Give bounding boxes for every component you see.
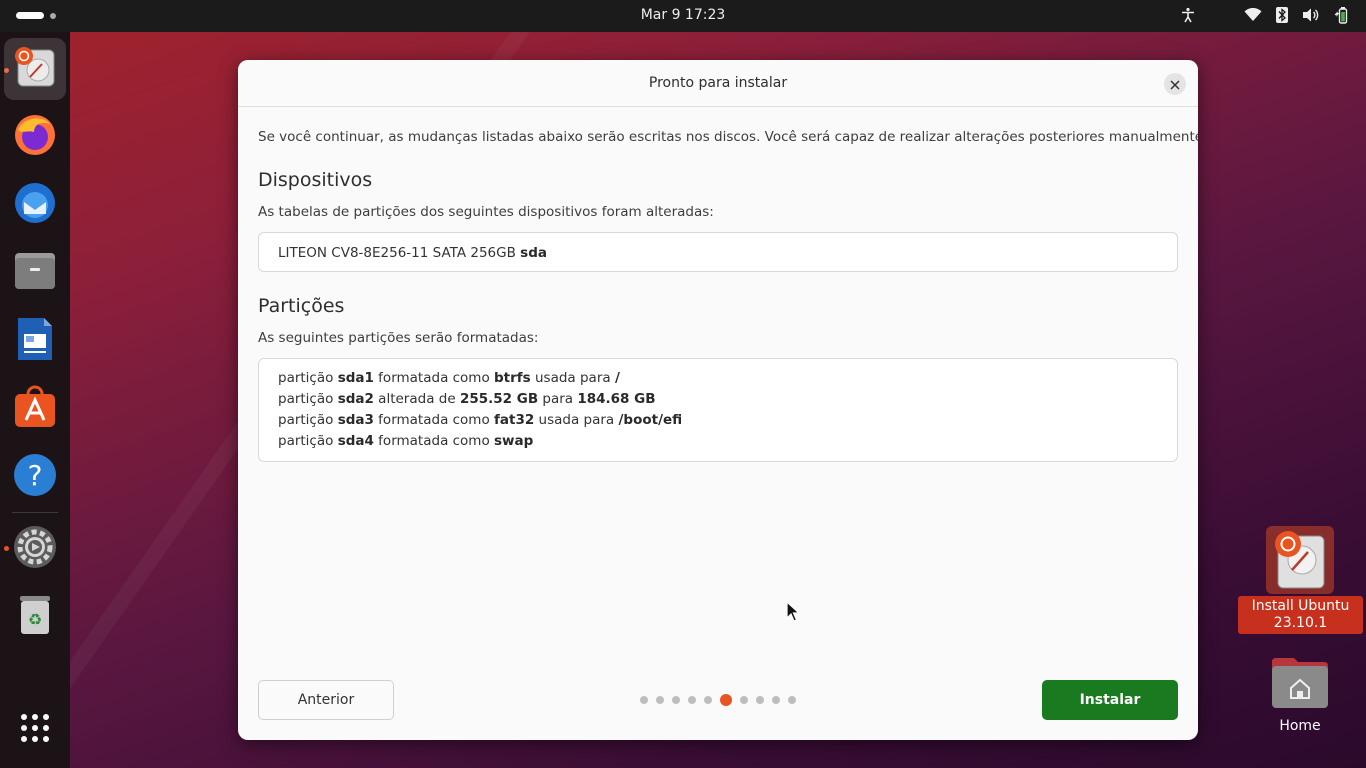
dock-item-install-ubuntu[interactable] <box>4 38 66 100</box>
help-icon: ? <box>12 452 58 502</box>
partition-item: partição sda3 formatada como fat32 usada… <box>278 412 1158 433</box>
close-icon <box>1170 75 1180 94</box>
step-dot <box>704 696 712 704</box>
firefox-icon <box>12 112 58 162</box>
step-dot <box>740 696 748 704</box>
step-dot <box>772 696 780 704</box>
partition-item: partição sda2 alterada de 255.52 GB para… <box>278 391 1158 412</box>
partition-value: sda3 <box>337 412 374 428</box>
partition-value: sda4 <box>337 433 374 449</box>
clock[interactable]: Mar 9 17:23 <box>0 7 1366 23</box>
dock-item-trash[interactable]: ♻ <box>4 586 66 648</box>
partition-text: partição <box>278 391 338 407</box>
dialog-header: Pronto para instalar <box>238 60 1198 107</box>
partition-value: /boot/efi <box>618 412 683 428</box>
dock-item-help[interactable]: ? <box>4 446 66 508</box>
dock-item-files[interactable] <box>4 242 66 304</box>
mouse-cursor-icon <box>786 600 801 627</box>
step-dot <box>656 696 664 704</box>
desktop-icon-label: Install Ubuntu 23.10.1 <box>1238 596 1363 634</box>
partition-value: 255.52 GB <box>459 391 539 407</box>
intro-text: Se você continuar, as mudanças listadas … <box>258 129 1198 145</box>
step-dot-current <box>720 694 732 706</box>
installer-dialog: Pronto para instalar Se você continuar, … <box>238 60 1198 740</box>
partition-item: partição sda4 formatada como swap <box>278 433 1158 454</box>
dock-separator <box>12 512 58 513</box>
step-dot <box>788 696 796 704</box>
step-dot <box>756 696 764 704</box>
dock-item-app-center[interactable] <box>4 378 66 440</box>
bluetooth-icon[interactable] <box>1276 7 1288 23</box>
partition-text: formatada como <box>373 412 495 428</box>
partition-item: partição sda1 formatada como btrfs usada… <box>278 370 1158 391</box>
partition-text: partição <box>278 412 338 428</box>
partition-text: formatada como <box>373 370 495 386</box>
partition-text: usada para <box>534 412 619 428</box>
dialog-title: Pronto para instalar <box>648 75 788 91</box>
files-icon <box>12 248 58 298</box>
partition-value: sda1 <box>337 370 374 386</box>
partition-text: formatada como <box>373 433 495 449</box>
wifi-icon[interactable] <box>1244 8 1262 22</box>
step-indicator <box>640 694 796 706</box>
volume-icon[interactable] <box>1302 7 1320 23</box>
system-tray[interactable] <box>1180 6 1352 24</box>
libreoffice-writer-icon <box>12 316 58 366</box>
desktop-icon-home[interactable]: Home <box>1262 656 1338 740</box>
partition-value: 184.68 GB <box>577 391 656 407</box>
top-bar: Mar 9 17:23 <box>0 0 1366 32</box>
desktop-icon-label: Home <box>1279 718 1321 734</box>
accessibility-icon[interactable] <box>1180 7 1196 23</box>
dock-item-thunderbird[interactable] <box>4 174 66 236</box>
device-list: LITEON CV8-8E256-11 SATA 256GB sda <box>258 232 1178 272</box>
dock-item-show-apps[interactable] <box>4 699 66 761</box>
partitions-heading: Partições <box>258 295 345 317</box>
thunderbird-icon <box>12 180 58 230</box>
svg-text:?: ? <box>28 459 43 492</box>
devices-heading: Dispositivos <box>258 169 373 191</box>
svg-text:♻: ♻ <box>28 610 42 629</box>
dock-item-settings[interactable] <box>4 518 66 580</box>
installer-icon <box>12 44 58 94</box>
partition-value: sda2 <box>337 391 374 407</box>
partition-text: usada para <box>530 370 615 386</box>
desktop-icon-install-ubuntu[interactable]: Install Ubuntu 23.10.1 <box>1238 526 1363 634</box>
installer-icon <box>1266 526 1334 598</box>
app-center-icon <box>12 384 58 434</box>
home-folder-icon <box>1272 656 1328 714</box>
partition-text: para <box>538 391 578 407</box>
partition-text: alterada de <box>373 391 460 407</box>
partition-value: fat32 <box>494 412 535 428</box>
device-name: LITEON CV8-8E256-11 SATA 256GB <box>278 245 516 261</box>
partitions-subtitle: As seguintes partições serão formatadas: <box>258 330 539 346</box>
step-dot <box>640 696 648 704</box>
partition-text: partição <box>278 433 338 449</box>
install-button[interactable]: Instalar <box>1042 680 1178 720</box>
app-grid-icon <box>19 712 51 748</box>
partition-text: partição <box>278 370 338 386</box>
partition-value: btrfs <box>494 370 531 386</box>
devices-subtitle: As tabelas de partições dos seguintes di… <box>258 204 714 220</box>
dock-item-firefox[interactable] <box>4 106 66 168</box>
device-id: sda <box>520 245 547 261</box>
dock-item-writer[interactable] <box>4 310 66 372</box>
settings-icon <box>12 524 58 574</box>
close-button[interactable] <box>1164 73 1186 95</box>
battery-icon[interactable] <box>1334 6 1352 24</box>
back-button[interactable]: Anterior <box>258 680 394 720</box>
step-dot <box>688 696 696 704</box>
step-dot <box>672 696 680 704</box>
dock: ? ♻ <box>0 32 70 768</box>
partition-value: swap <box>494 433 534 449</box>
partition-list: partição sda1 formatada como btrfs usada… <box>258 358 1178 462</box>
trash-icon: ♻ <box>12 592 58 642</box>
partition-value: / <box>614 370 620 386</box>
